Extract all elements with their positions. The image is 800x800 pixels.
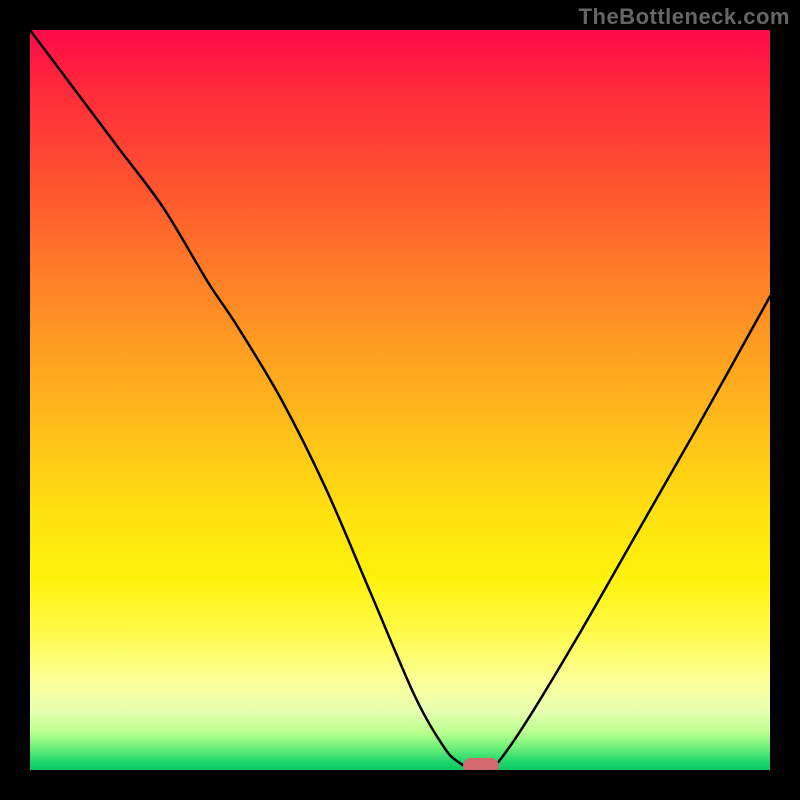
chart-frame: TheBottleneck.com xyxy=(0,0,800,800)
watermark-text: TheBottleneck.com xyxy=(579,4,790,30)
plot-area xyxy=(30,30,770,770)
minimum-marker xyxy=(463,758,499,770)
bottleneck-curve xyxy=(30,30,770,770)
